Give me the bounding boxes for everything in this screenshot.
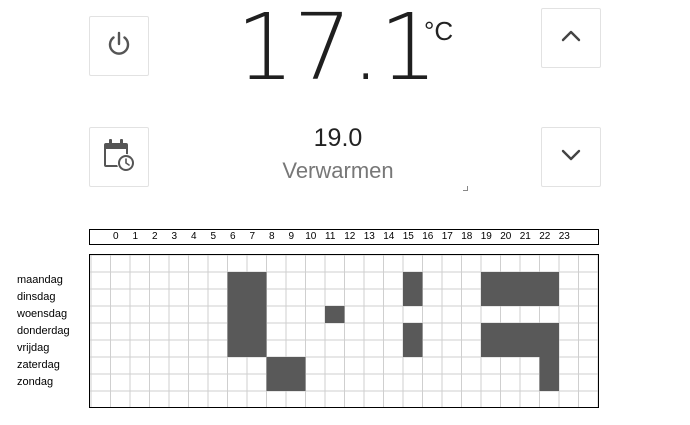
hour-label: 21 bbox=[519, 231, 531, 242]
temperature-up-button[interactable] bbox=[541, 8, 601, 68]
schedule-cell-active[interactable] bbox=[481, 272, 501, 289]
schedule-cell-active[interactable] bbox=[500, 340, 521, 357]
schedule-cell-active[interactable] bbox=[325, 306, 345, 323]
hour-label: 13 bbox=[363, 231, 375, 242]
schedule-cell-active[interactable] bbox=[520, 289, 540, 306]
hour-label: 18 bbox=[461, 231, 473, 242]
temperature-down-button[interactable] bbox=[541, 127, 601, 187]
hour-label: 20 bbox=[500, 231, 512, 242]
hour-label: 0 bbox=[112, 231, 119, 242]
schedule-cell-active[interactable] bbox=[227, 289, 248, 306]
day-label: vrijdag bbox=[17, 342, 50, 354]
chevron-down-icon bbox=[559, 143, 583, 172]
schedule-cell-active[interactable] bbox=[227, 323, 248, 340]
day-label: donderdag bbox=[17, 325, 70, 337]
schedule-cell-active[interactable] bbox=[266, 357, 287, 374]
hour-header: 0 1 2 3 4 5 6 7 8 9 10 11 12 13 14 15 16 17 18 19 20 21 22 23 bbox=[89, 229, 599, 245]
day-label: zondag bbox=[17, 376, 54, 388]
schedule-cell-active[interactable] bbox=[520, 323, 540, 340]
schedule-cell-active[interactable] bbox=[247, 306, 267, 323]
hour-label: 19 bbox=[480, 231, 492, 242]
schedule-cell-active[interactable] bbox=[481, 289, 501, 306]
schedule-cell-active[interactable] bbox=[520, 272, 540, 289]
schedule-cell-active[interactable] bbox=[286, 357, 306, 374]
schedule-cell-active[interactable] bbox=[539, 323, 560, 340]
schedule-cell-active[interactable] bbox=[286, 374, 306, 391]
hour-label: 23 bbox=[558, 231, 570, 242]
hour-label: 9 bbox=[288, 231, 295, 242]
schedule-cell-active[interactable] bbox=[403, 272, 423, 289]
day-label: maandag bbox=[17, 274, 63, 286]
hour-label: 6 bbox=[229, 231, 236, 242]
schedule-cell-active[interactable] bbox=[481, 323, 501, 340]
schedule-cell-active[interactable] bbox=[247, 323, 267, 340]
hour-label: 1 bbox=[132, 231, 139, 242]
hour-label: 8 bbox=[268, 231, 275, 242]
schedule-cell-active[interactable] bbox=[500, 289, 521, 306]
schedule-cell-active[interactable] bbox=[247, 272, 267, 289]
day-label: dinsdag bbox=[17, 291, 56, 303]
power-icon bbox=[103, 28, 135, 65]
schedule-cell-active[interactable] bbox=[500, 272, 521, 289]
hour-label: 12 bbox=[344, 231, 356, 242]
hour-label: 17 bbox=[441, 231, 453, 242]
schedule-cell-active[interactable] bbox=[227, 306, 248, 323]
schedule-cell-active[interactable] bbox=[500, 323, 521, 340]
power-button[interactable] bbox=[89, 16, 149, 76]
schedule-cell-active[interactable] bbox=[403, 340, 423, 357]
hvac-mode: Verwarmen bbox=[282, 158, 394, 183]
hour-label: 14 bbox=[383, 231, 395, 242]
calendar-clock-icon bbox=[99, 135, 139, 180]
schedule-cell-active[interactable] bbox=[481, 340, 501, 357]
schedule-cell-active[interactable] bbox=[403, 323, 423, 340]
chevron-up-icon bbox=[559, 24, 583, 53]
day-label: woensdag bbox=[17, 308, 68, 320]
target-temperature: 19.0 bbox=[313, 124, 363, 152]
schedule-cell-active[interactable] bbox=[247, 289, 267, 306]
hour-label: 3 bbox=[171, 231, 178, 242]
hour-label: 15 bbox=[402, 231, 414, 242]
schedule-cell-active[interactable] bbox=[247, 340, 267, 357]
schedule-cell-active[interactable] bbox=[539, 357, 560, 374]
hour-label: 22 bbox=[539, 231, 551, 242]
temperature-unit: °C bbox=[424, 16, 454, 46]
schedule-cell-active[interactable] bbox=[539, 272, 560, 289]
hour-label: 4 bbox=[190, 231, 197, 242]
schedule-cell-active[interactable] bbox=[403, 289, 423, 306]
hour-label: 7 bbox=[249, 231, 256, 242]
hour-label: 5 bbox=[210, 231, 217, 242]
schedule-cell-active[interactable] bbox=[227, 272, 248, 289]
hour-label: 2 bbox=[151, 231, 158, 242]
resize-handle[interactable] bbox=[463, 186, 468, 191]
schedule-cell-active[interactable] bbox=[520, 340, 540, 357]
schedule-cell-active[interactable] bbox=[539, 374, 560, 391]
schedule-cell-active[interactable] bbox=[227, 340, 248, 357]
hour-label: 16 bbox=[422, 231, 434, 242]
hour-label: 11 bbox=[325, 231, 336, 242]
schedule-cell-active[interactable] bbox=[539, 289, 560, 306]
day-label: zaterdag bbox=[17, 359, 60, 371]
hour-label: 10 bbox=[305, 231, 317, 242]
schedule-grid[interactable] bbox=[89, 254, 599, 408]
schedule-cell-active[interactable] bbox=[539, 340, 560, 357]
schedule-button[interactable] bbox=[89, 127, 149, 187]
schedule-cell-active[interactable] bbox=[266, 374, 287, 391]
current-temperature: 17.1 bbox=[236, 0, 438, 101]
